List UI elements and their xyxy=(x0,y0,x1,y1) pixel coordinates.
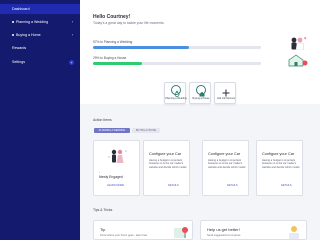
progress-fill-wedding xyxy=(93,46,189,49)
add-icon[interactable]: + xyxy=(69,59,74,65)
action-card-engaged[interactable]: • Newly Engaged LEARN MORE xyxy=(93,140,140,196)
card-text: Having a budget is important because so … xyxy=(262,159,300,169)
details-link[interactable]: DETAILS xyxy=(168,184,179,187)
sidebar-item-rewards[interactable]: Rewards xyxy=(0,43,80,53)
details-link[interactable]: DETAILS xyxy=(281,184,292,187)
sidebar-item-label: Settings xyxy=(12,60,25,64)
tip-title: Tip xyxy=(100,227,106,232)
details-link[interactable]: DETAILS xyxy=(227,184,238,187)
chevron-right-icon: › xyxy=(71,33,73,37)
main-content: Hello Courtney! Today's a great day to t… xyxy=(80,0,320,240)
sidebar-item-label: Rewards xyxy=(12,46,27,50)
sidebar: Dashboard Planning a Wedding › Buying a … xyxy=(0,0,80,240)
tab-planning-wedding[interactable]: PLANNING A WEDDING xyxy=(94,128,130,133)
goal-label-wedding: 57% to Planning a Wedding xyxy=(93,40,133,44)
card-text: Having a budget is important because so … xyxy=(149,159,187,169)
sidebar-item-label: Dashboard xyxy=(12,7,30,11)
sidebar-item-planning-wedding[interactable]: Planning a Wedding › xyxy=(0,17,80,27)
wedding-couple-icon xyxy=(291,36,307,50)
bullet-icon xyxy=(12,21,14,23)
house-icon xyxy=(288,54,308,67)
feedback-title: Help us get better! xyxy=(207,227,240,232)
tip-illustration-icon xyxy=(174,227,188,238)
tab-buying-house[interactable]: BUYING A HOUSE xyxy=(132,128,160,133)
action-items-title: Action Items xyxy=(93,118,112,122)
progress-bar-house xyxy=(93,62,261,65)
feedback-illustration-icon xyxy=(289,226,299,239)
card-text: Having a budget is important because so … xyxy=(208,159,246,169)
plus-icon xyxy=(221,85,231,97)
card-title: Configure your Car xyxy=(262,152,295,156)
sidebar-item-buying-home[interactable]: Buying a Home › xyxy=(0,30,80,40)
card-caption: Newly Engaged xyxy=(99,175,123,179)
progress-fill-house xyxy=(93,62,142,65)
quick-action-add[interactable]: Add Life Moment xyxy=(214,82,236,104)
engaged-couple-icon xyxy=(108,149,127,163)
learn-more-link[interactable]: LEARN MORE xyxy=(107,184,124,187)
sidebar-item-label: Buying a Home xyxy=(16,33,41,37)
sidebar-item-label: Planning a Wedding xyxy=(16,20,49,24)
greeting-panel: Hello Courtney! Today's a great day to t… xyxy=(80,0,320,104)
feedback-card[interactable]: Help us get better! Send suggestions to … xyxy=(200,220,307,240)
quick-action-label: Add Life Moment xyxy=(216,97,236,100)
bullet-icon xyxy=(12,34,14,36)
quick-action-house[interactable]: Buying a House xyxy=(189,82,211,104)
greeting-title: Hello Courtney! xyxy=(93,14,131,20)
quick-action-label: Planning a Wedding xyxy=(165,97,187,100)
card-title: Configure your Car xyxy=(208,152,241,156)
progress-bar-wedding xyxy=(93,46,261,49)
tips-title: Tips & Tricks xyxy=(93,208,113,212)
greeting-subtitle: Today's a great day to tackle your life … xyxy=(93,21,165,25)
sidebar-item-settings[interactable]: Settings + xyxy=(0,57,80,67)
feedback-text: Send suggestions to improve xyxy=(207,234,241,237)
action-card-configure-car[interactable]: Configure your Car Having a budget is im… xyxy=(256,140,303,196)
house-icon xyxy=(196,85,206,97)
card-caption-prefix: • xyxy=(99,171,100,174)
quick-action-wedding[interactable]: Planning a Wedding xyxy=(164,82,187,104)
card-title: Configure your Car xyxy=(149,152,182,156)
tip-text: Know where your home goes - learn how xyxy=(100,234,148,237)
goal-label-house: 29% to Buying a House xyxy=(93,56,127,60)
action-card-configure-car[interactable]: Configure your Car Having a budget is im… xyxy=(202,140,249,196)
tip-card[interactable]: Tip Know where your home goes - learn ho… xyxy=(93,220,193,240)
ring-icon xyxy=(171,85,181,97)
chevron-right-icon: › xyxy=(71,20,73,24)
sidebar-item-dashboard[interactable]: Dashboard xyxy=(0,4,80,14)
action-card-configure-car[interactable]: Configure your Car Having a budget is im… xyxy=(143,140,190,196)
quick-action-label: Buying a House xyxy=(192,97,210,100)
